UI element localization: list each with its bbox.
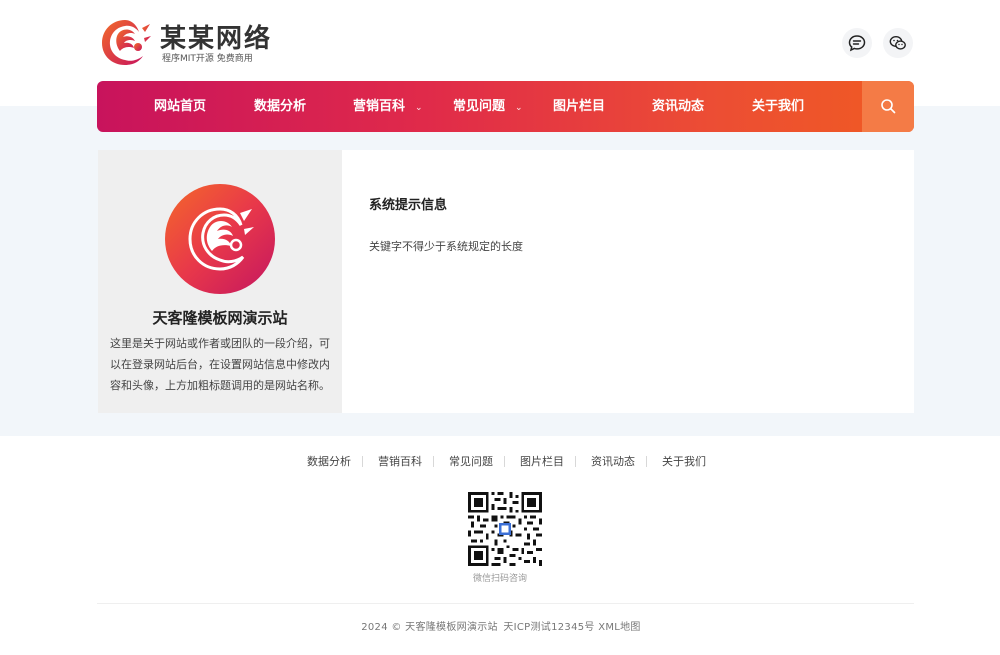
wechat-button[interactable] — [883, 28, 913, 58]
qr-code-icon — [468, 492, 542, 566]
nav-item-marketing-wiki[interactable]: 营销百科 ⌄ — [353, 81, 423, 132]
chevron-down-icon: ⌄ — [515, 103, 523, 113]
main-navigation: 网站首页 数据分析 营销百科 ⌄ 常见问题 ⌄ 图片栏目 资讯动态 关于我们 — [97, 81, 914, 132]
footer-link-marketing-wiki[interactable]: 营销百科 — [378, 453, 422, 469]
divider — [646, 456, 647, 467]
nav-item-news[interactable]: 资讯动态 — [652, 81, 704, 132]
nav-item-home[interactable]: 网站首页 — [154, 81, 206, 132]
search-icon — [880, 99, 895, 114]
copyright-bar: 2024 © 天客隆模板网演示站 天ICP测试12345号 XML地图 — [0, 618, 1000, 633]
wechat-qr-code — [468, 492, 542, 566]
footer-link-faq[interactable]: 常见问题 — [449, 453, 493, 469]
nav-item-faq[interactable]: 常见问题 ⌄ — [453, 81, 523, 132]
search-button[interactable] — [862, 81, 914, 132]
divider — [97, 603, 914, 604]
qr-caption: 微信扫码咨询 — [472, 574, 527, 584]
nav-item-data-analysis[interactable]: 数据分析 — [254, 81, 306, 132]
copyright-text: 2024 © 天客隆模板网演示站 — [361, 622, 498, 633]
chat-bubble-icon — [848, 35, 866, 52]
dragon-logo-icon — [188, 207, 254, 271]
sitemap-link[interactable]: XML地图 — [598, 622, 641, 633]
message-text: 关键字不得少于系统规定的长度 — [369, 240, 523, 253]
footer-link-about[interactable]: 关于我们 — [662, 453, 706, 469]
site-logo[interactable]: 某某网络 程序MIT开源 免费商用 — [98, 14, 278, 70]
divider — [362, 456, 363, 467]
nav-item-about[interactable]: 关于我们 — [752, 81, 804, 132]
site-name: 天客隆模板网演示站 — [152, 309, 288, 327]
avatar — [165, 184, 275, 294]
wechat-icon — [889, 35, 906, 50]
footer-link-data-analysis[interactable]: 数据分析 — [307, 453, 351, 469]
footer-link-news[interactable]: 资讯动态 — [591, 453, 635, 469]
site-description: 这里是关于网站或作者或团队的一段介绍，可以在登录网站后台，在设置网站信息中修改内… — [110, 337, 330, 392]
chevron-down-icon: ⌄ — [415, 103, 423, 113]
footer-link-images[interactable]: 图片栏目 — [520, 453, 564, 469]
dragon-logo-icon — [102, 20, 151, 65]
message-button[interactable] — [842, 28, 872, 58]
site-profile-card: 天客隆模板网演示站 这里是关于网站或作者或团队的一段介绍，可以在登录网站后台，在… — [98, 150, 342, 413]
icp-link[interactable]: 天ICP测试12345号 — [503, 622, 594, 633]
brand-name: 某某网络 — [160, 24, 273, 54]
system-message-panel: 系统提示信息 关键字不得少于系统规定的长度 — [342, 150, 914, 413]
divider — [433, 456, 434, 467]
footer-nav: 数据分析 营销百科 常见问题 图片栏目 资讯动态 关于我们 — [0, 453, 1000, 471]
divider — [504, 456, 505, 467]
divider — [575, 456, 576, 467]
nav-item-images[interactable]: 图片栏目 — [553, 81, 605, 132]
message-title: 系统提示信息 — [369, 198, 448, 213]
brand-tagline: 程序MIT开源 免费商用 — [162, 54, 253, 64]
